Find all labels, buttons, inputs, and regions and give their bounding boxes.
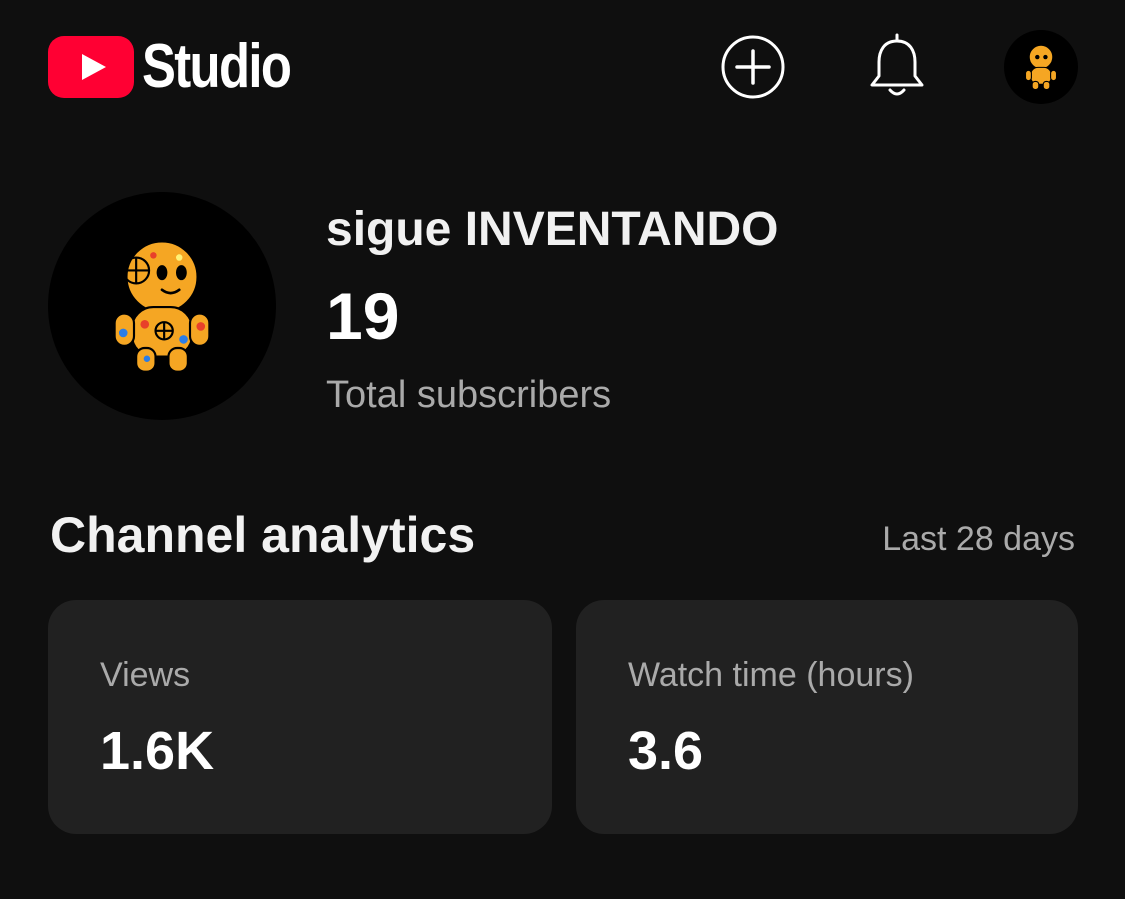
views-label: Views	[100, 656, 191, 694]
watch-time-card[interactable]: Watch time (hours) 3.6	[576, 600, 1078, 834]
channel-avatar[interactable]	[48, 192, 276, 420]
analytics-title: Channel analytics	[50, 507, 476, 563]
subscriber-count: 19	[326, 279, 400, 353]
logo-text: Studio	[142, 32, 292, 101]
create-plus-icon	[721, 35, 785, 99]
bell-icon	[870, 33, 924, 96]
top-app-bar: Studio	[0, 0, 1125, 140]
subscriber-label: Total subscribers	[326, 374, 612, 416]
views-value: 1.6K	[100, 721, 215, 781]
notifications-button[interactable]	[866, 32, 928, 100]
youtube-studio-logo[interactable]: Studio	[48, 34, 323, 100]
channel-summary: sigue INVENTANDO 19 Total subscribers	[48, 192, 1078, 422]
channel-name: sigue INVENTANDO	[326, 203, 779, 256]
channel-avatar-image	[113, 240, 211, 373]
avatar-image	[1024, 44, 1058, 91]
watch-time-value: 3.6	[628, 721, 704, 781]
account-avatar[interactable]	[1004, 30, 1078, 104]
youtube-play-icon	[48, 36, 134, 98]
create-button[interactable]	[720, 34, 786, 100]
views-card[interactable]: Views 1.6K	[48, 600, 552, 834]
analytics-date-range: Last 28 days	[882, 520, 1075, 558]
analytics-header: Channel analytics Last 28 days	[50, 506, 1075, 570]
watch-time-label: Watch time (hours)	[628, 656, 914, 694]
